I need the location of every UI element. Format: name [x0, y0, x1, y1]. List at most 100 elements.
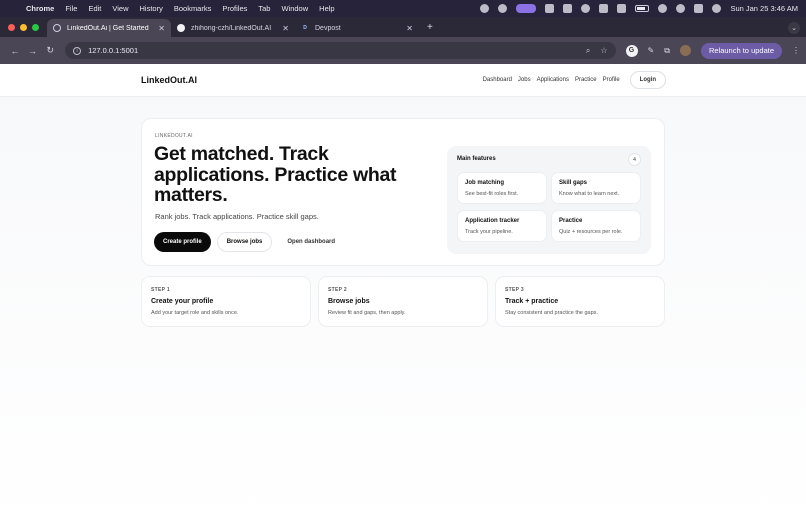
- close-icon[interactable]: ✕: [406, 24, 413, 33]
- screen-share-icon[interactable]: [516, 4, 537, 13]
- status-tray: Sun Jan 25 3:46 AM: [480, 4, 798, 13]
- main-features-panel: Main features 4 Job matching See best-fi…: [447, 146, 651, 254]
- step-card-3: STEP 3 Track + practice Stay consistent …: [495, 276, 665, 327]
- brand-logo[interactable]: LinkedOut.AI: [141, 75, 197, 85]
- menu-chrome[interactable]: Chrome: [26, 4, 54, 13]
- battery-icon[interactable]: [635, 5, 650, 12]
- relaunch-button[interactable]: Relaunch to update: [700, 42, 783, 59]
- tab-linkedout[interactable]: LinkedOut.Ai | Get Started ✕: [47, 19, 171, 37]
- menu-window[interactable]: Window: [281, 4, 308, 13]
- step-card-1: STEP 1 Create your profile Add your targ…: [141, 276, 311, 327]
- feature-practice[interactable]: Practice Quiz + resources per role.: [551, 210, 641, 242]
- web-page: LinkedOut.AI Dashboard Jobs Applications…: [0, 64, 806, 523]
- zoom-window-icon[interactable]: [32, 24, 39, 31]
- feature-job-matching[interactable]: Job matching See best-fit roles first.: [457, 172, 547, 204]
- more-menu-icon[interactable]: ⋮: [792, 46, 800, 55]
- grammarly-extension-icon[interactable]: G: [625, 44, 638, 57]
- login-button[interactable]: Login: [629, 71, 666, 89]
- hero-eyebrow: LINKEDOUT.AI: [155, 133, 193, 139]
- play-icon[interactable]: [581, 4, 591, 13]
- step-number: STEP 3: [505, 287, 524, 293]
- step-title: Track + practice: [505, 298, 559, 305]
- nav-profile[interactable]: Profile: [603, 77, 620, 83]
- feature-application-tracker[interactable]: Application tracker Track your pipeline.: [457, 210, 547, 242]
- browse-jobs-button[interactable]: Browse jobs: [216, 232, 273, 252]
- feature-desc: Track your pipeline.: [465, 229, 513, 235]
- step-title: Browse jobs: [328, 298, 370, 305]
- control-center-icon[interactable]: [694, 4, 704, 13]
- feature-title: Application tracker: [465, 218, 520, 224]
- close-window-icon[interactable]: [8, 24, 15, 31]
- open-dashboard-button[interactable]: Open dashboard: [278, 232, 344, 252]
- github-icon: [177, 24, 185, 32]
- recorder-icon[interactable]: [563, 4, 573, 13]
- nav-applications[interactable]: Applications: [537, 77, 569, 83]
- feature-title: Job matching: [465, 180, 505, 186]
- nav-practice[interactable]: Practice: [575, 77, 597, 83]
- feature-desc: See best-fit roles first.: [465, 191, 519, 197]
- step-desc: Review fit and gaps, then apply.: [328, 310, 406, 316]
- hero-actions: Create profile Browse jobs Open dashboar…: [154, 232, 344, 252]
- new-tab-button[interactable]: +: [427, 22, 433, 37]
- feature-title: Practice: [559, 218, 583, 224]
- feather-extension-icon[interactable]: ✎: [648, 46, 655, 55]
- nav-jobs[interactable]: Jobs: [518, 77, 531, 83]
- minimize-window-icon[interactable]: [20, 24, 27, 31]
- tab-title: zhihong-czh/LinkedOut.AI: [191, 24, 272, 32]
- reload-icon[interactable]: ↻: [41, 45, 59, 56]
- site-info-icon[interactable]: i: [73, 46, 82, 55]
- macos-menubar: Chrome File Edit View History Bookmarks …: [0, 0, 806, 17]
- browser-tabstrip: LinkedOut.Ai | Get Started ✕ zhihong-czh…: [0, 17, 806, 37]
- dropbox-icon[interactable]: [480, 4, 490, 13]
- menubar-clock[interactable]: Sun Jan 25 3:46 AM: [730, 4, 798, 13]
- extension-tray-icon[interactable]: [498, 4, 508, 13]
- forward-icon[interactable]: →: [24, 46, 42, 56]
- tab-github[interactable]: zhihong-czh/LinkedOut.AI ✕: [171, 19, 295, 37]
- step-title: Create your profile: [151, 298, 214, 305]
- puzzle-extensions-icon[interactable]: ⧉: [664, 46, 670, 56]
- url-text[interactable]: 127.0.0.1:5001: [88, 46, 138, 55]
- feature-skill-gaps[interactable]: Skill gaps Know what to learn next.: [551, 172, 641, 204]
- feature-desc: Know what to learn next.: [559, 191, 620, 197]
- omnibox-actions: ⌕ ☆: [586, 46, 608, 56]
- window-controls: [0, 24, 47, 37]
- siri-icon[interactable]: [712, 4, 722, 13]
- feature-title: Skill gaps: [559, 180, 588, 186]
- menu-file[interactable]: File: [65, 4, 77, 13]
- link-icon[interactable]: [658, 4, 668, 13]
- step-number: STEP 2: [328, 287, 347, 293]
- step-number: STEP 1: [151, 287, 170, 293]
- address-bar[interactable]: i 127.0.0.1:5001 ⌕ ☆: [65, 42, 616, 59]
- volume-icon[interactable]: [599, 4, 609, 13]
- profile-avatar[interactable]: [679, 45, 691, 56]
- feature-desc: Quiz + resources per role.: [559, 229, 623, 235]
- tab-title: Devpost: [315, 24, 341, 32]
- menu-bookmarks[interactable]: Bookmarks: [174, 4, 212, 13]
- back-icon[interactable]: ←: [6, 46, 24, 56]
- menu-tab[interactable]: Tab: [258, 4, 270, 13]
- step-desc: Stay consistent and practice the gaps.: [505, 310, 598, 316]
- clipboard-icon[interactable]: [545, 4, 555, 13]
- tab-title: LinkedOut.Ai | Get Started: [67, 24, 149, 32]
- menu-edit[interactable]: Edit: [88, 4, 101, 13]
- close-icon[interactable]: ✕: [158, 24, 165, 33]
- site-nav: Dashboard Jobs Applications Practice Pro…: [483, 71, 666, 89]
- hero-headline: Get matched. Track applications. Practic…: [154, 143, 397, 206]
- hero-subline: Rank jobs. Track applications. Practice …: [155, 212, 319, 221]
- nav-dashboard[interactable]: Dashboard: [483, 77, 512, 83]
- tab-devpost[interactable]: D Devpost ✕: [295, 19, 419, 37]
- menu-history[interactable]: History: [140, 4, 163, 13]
- tab-search-icon[interactable]: ⌄: [788, 22, 800, 34]
- zoom-icon[interactable]: ⌕: [586, 46, 590, 56]
- menu-view[interactable]: View: [112, 4, 128, 13]
- menu-help[interactable]: Help: [319, 4, 334, 13]
- menu-profiles[interactable]: Profiles: [222, 4, 247, 13]
- devpost-icon: D: [303, 25, 307, 31]
- browser-toolbar: ← → ↻ i 127.0.0.1:5001 ⌕ ☆ G ✎ ⧉ Relaunc…: [0, 37, 806, 64]
- toolbar-extensions: G ✎ ⧉ Relaunch to update ⋮: [625, 42, 800, 59]
- create-profile-button[interactable]: Create profile: [154, 232, 211, 252]
- input-source-icon[interactable]: [617, 4, 627, 13]
- search-icon[interactable]: [676, 4, 686, 13]
- close-icon[interactable]: ✕: [282, 24, 289, 33]
- bookmark-star-icon[interactable]: ☆: [600, 46, 607, 56]
